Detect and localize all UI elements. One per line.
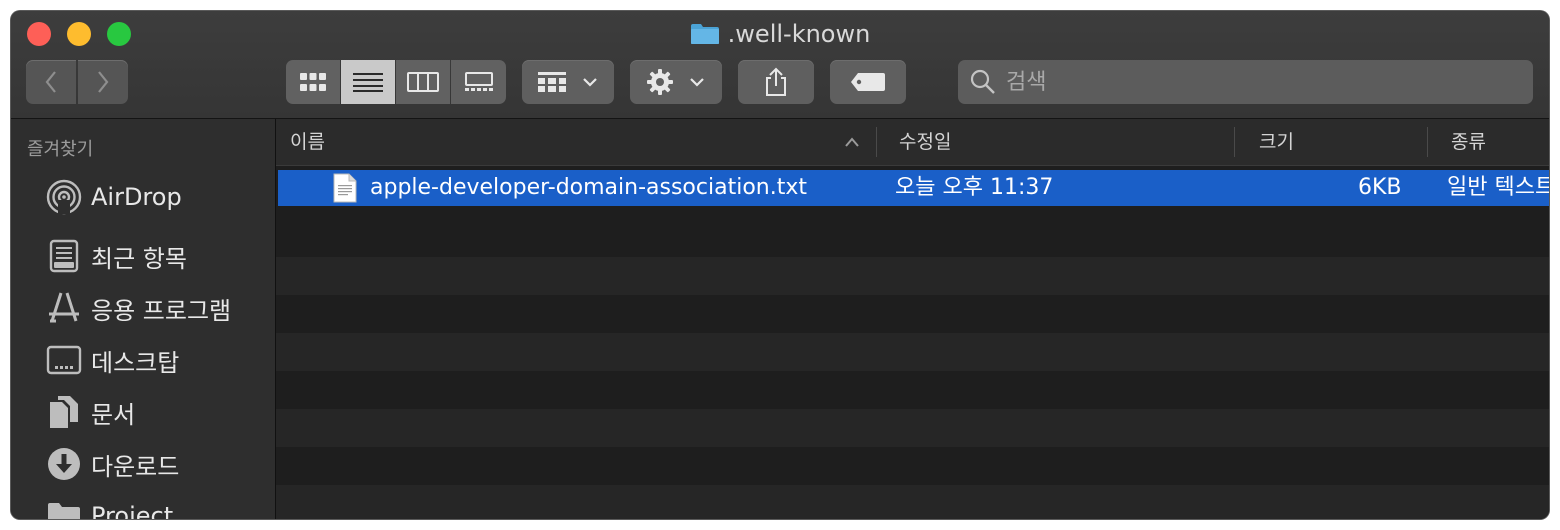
sidebar-item-desktop[interactable]: 데스크탑	[11, 340, 275, 380]
chevron-down-icon	[583, 78, 597, 87]
group-by-button[interactable]	[522, 60, 614, 104]
column-header-row: 이름 수정일 크기 종류	[276, 119, 1549, 166]
view-mode-selector	[286, 60, 506, 104]
sidebar-item-label: 문서	[91, 400, 136, 429]
desktop-icon	[45, 341, 83, 379]
empty-row	[276, 295, 1549, 333]
sidebar-item-applications[interactable]: 응용 프로그램	[11, 288, 275, 328]
list-icon	[353, 73, 383, 92]
sidebar-section-favorites: 즐겨찾기	[27, 139, 94, 160]
sidebar-item-recents[interactable]: 최근 항목	[11, 236, 275, 276]
action-menu-button[interactable]	[630, 60, 722, 104]
empty-row	[276, 219, 1549, 257]
empty-row	[276, 409, 1549, 447]
tag-button[interactable]	[830, 60, 906, 104]
chevron-down-icon	[690, 78, 704, 87]
chevron-right-icon	[98, 71, 109, 93]
downloads-icon	[45, 445, 83, 483]
column-header-modified[interactable]: 수정일	[899, 119, 951, 165]
sidebar-item-label: Project	[91, 502, 174, 519]
title-bar: .well-known	[11, 11, 1549, 119]
column-divider[interactable]	[1234, 127, 1235, 157]
file-kind: 일반 텍스트	[1447, 175, 1549, 200]
file-row[interactable]: apple-developer-domain-association.txt 오…	[278, 170, 1549, 206]
gallery-icon	[464, 72, 493, 91]
list-view-button[interactable]	[341, 60, 395, 104]
folder-icon	[690, 24, 719, 44]
icon-view-button[interactable]	[286, 60, 340, 104]
back-button[interactable]	[26, 60, 76, 104]
sidebar-item-documents[interactable]: 문서	[11, 392, 275, 432]
group-grid-icon	[538, 72, 566, 92]
text-file-icon	[333, 173, 357, 203]
columns-icon	[407, 72, 439, 92]
empty-row	[276, 485, 1549, 519]
empty-row	[276, 447, 1549, 485]
window-title: .well-known	[11, 18, 1549, 50]
sidebar: 즐겨찾기 AirDrop 최근 항목 응용 프로그램 데스크탑 문서 다운로드 …	[11, 119, 276, 519]
share-button[interactable]	[738, 60, 814, 104]
applications-icon	[45, 289, 83, 327]
empty-row	[276, 333, 1549, 371]
folder-icon	[45, 497, 83, 519]
sidebar-item-project[interactable]: Project	[11, 496, 275, 519]
sidebar-item-airdrop[interactable]: AirDrop	[11, 177, 275, 217]
file-modified: 오늘 오후 11:37	[895, 175, 1054, 200]
gallery-view-button[interactable]	[451, 60, 506, 104]
airdrop-icon	[45, 178, 83, 216]
chevron-left-icon	[45, 71, 56, 93]
column-view-button[interactable]	[396, 60, 450, 104]
window-title-text: .well-known	[727, 20, 871, 48]
finder-window: .well-known 검색 즐겨찾기 AirDrop 최근 항목 응용 프로그…	[11, 11, 1549, 519]
search-icon	[970, 69, 995, 94]
sort-ascending-icon	[845, 137, 859, 147]
sidebar-item-label: 응용 프로그램	[91, 296, 232, 325]
sidebar-item-label: 최근 항목	[91, 244, 187, 273]
forward-button[interactable]	[78, 60, 128, 104]
search-field[interactable]	[958, 60, 1533, 104]
sidebar-item-label: 다운로드	[91, 452, 180, 481]
column-divider[interactable]	[1427, 127, 1428, 157]
file-list: 이름 수정일 크기 종류 apple-developer-domain-asso…	[276, 119, 1549, 519]
file-name: apple-developer-domain-association.txt	[370, 175, 807, 200]
gear-icon	[647, 69, 673, 95]
documents-icon	[45, 393, 83, 431]
tag-icon	[851, 73, 885, 91]
column-header-kind[interactable]: 종류	[1451, 119, 1486, 165]
search-input[interactable]	[1004, 68, 1508, 96]
sidebar-item-downloads[interactable]: 다운로드	[11, 444, 275, 484]
sidebar-item-label: 데스크탑	[91, 348, 180, 377]
icon-grid-icon	[300, 73, 326, 91]
column-divider[interactable]	[876, 127, 877, 157]
empty-row	[276, 257, 1549, 295]
empty-row	[276, 371, 1549, 409]
recents-icon	[45, 237, 83, 275]
column-header-name[interactable]: 이름	[290, 119, 325, 165]
share-icon	[766, 67, 786, 96]
sidebar-item-label: AirDrop	[91, 183, 182, 211]
column-header-size[interactable]: 크기	[1259, 119, 1294, 165]
file-size: 6KB	[1358, 175, 1402, 200]
